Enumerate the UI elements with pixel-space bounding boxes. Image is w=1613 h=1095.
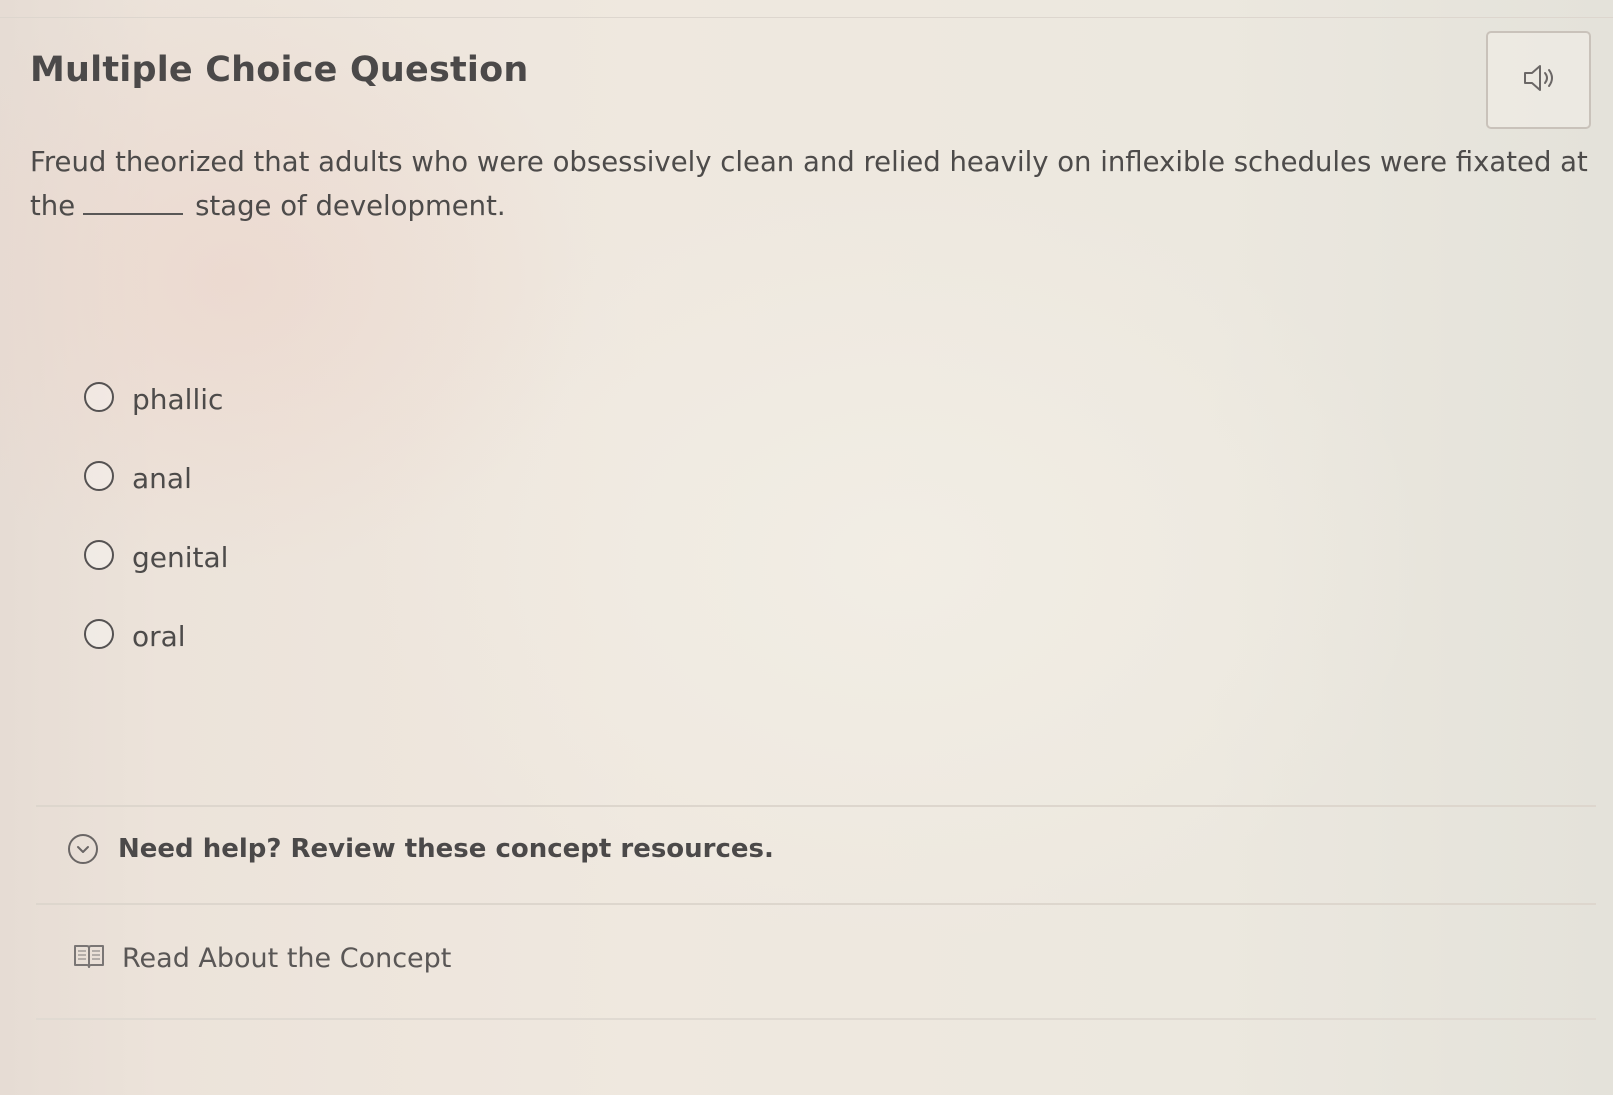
option-oral[interactable]: oral bbox=[84, 619, 228, 698]
top-divider bbox=[0, 17, 1613, 18]
option-anal[interactable]: anal bbox=[84, 461, 228, 540]
speaker-icon bbox=[1519, 61, 1559, 99]
question-prompt: Freud theorized that adults who were obs… bbox=[30, 140, 1590, 228]
bottom-divider bbox=[36, 1018, 1596, 1020]
option-genital[interactable]: genital bbox=[84, 540, 228, 619]
chevron-down-icon bbox=[68, 834, 98, 864]
option-label: phallic bbox=[132, 383, 224, 416]
option-label: anal bbox=[132, 462, 192, 495]
question-type-heading: Multiple Choice Question bbox=[30, 50, 529, 90]
help-label: Need help? Review these concept resource… bbox=[118, 834, 774, 864]
book-icon bbox=[72, 942, 106, 974]
fill-in-blank bbox=[83, 212, 184, 215]
option-label: oral bbox=[132, 620, 186, 653]
radio-button[interactable] bbox=[84, 540, 114, 570]
option-label: genital bbox=[132, 541, 229, 574]
read-about-concept-label: Read About the Concept bbox=[122, 942, 452, 974]
read-aloud-button[interactable] bbox=[1486, 31, 1591, 129]
radio-button[interactable] bbox=[84, 619, 114, 649]
option-phallic[interactable]: phallic bbox=[84, 382, 228, 461]
concept-resources-toggle[interactable]: Need help? Review these concept resource… bbox=[36, 805, 1596, 905]
prompt-text-end: stage of development. bbox=[195, 190, 506, 222]
radio-button[interactable] bbox=[84, 382, 114, 412]
radio-button[interactable] bbox=[84, 461, 114, 491]
answer-options: phallic anal genital oral bbox=[84, 382, 228, 698]
read-about-concept-link[interactable]: Read About the Concept bbox=[72, 942, 451, 974]
